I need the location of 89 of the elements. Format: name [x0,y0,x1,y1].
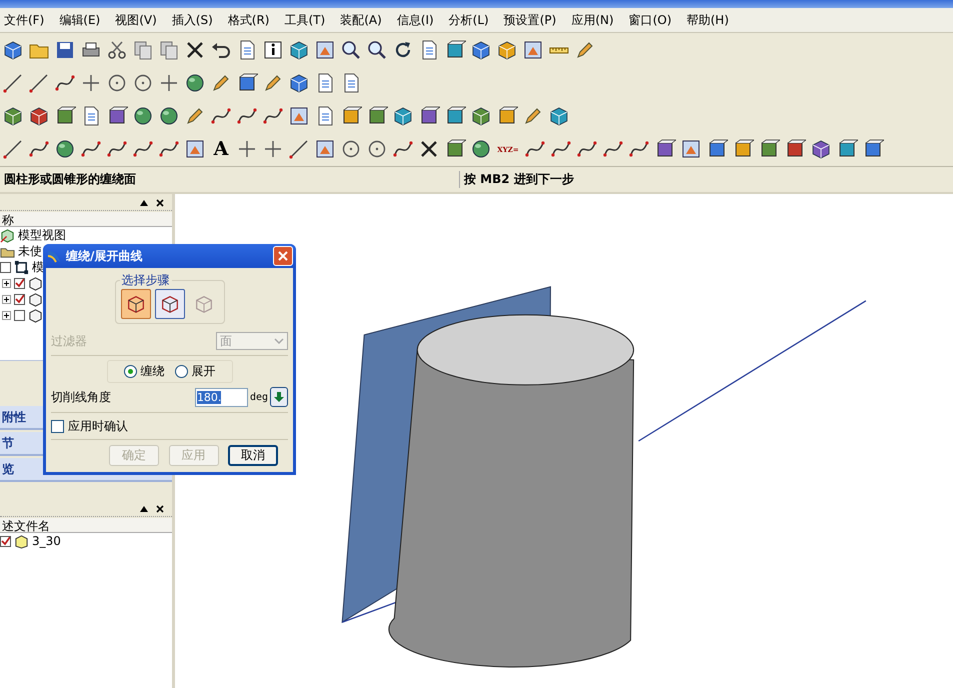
sphere-icon[interactable] [158,105,180,128]
line-icon[interactable] [288,138,310,160]
sphere-icon[interactable] [470,138,492,160]
copy-icon[interactable] [132,38,154,61]
down-arrow-button[interactable] [270,387,288,407]
menu-item[interactable]: 编辑(E) [59,12,100,28]
line-icon[interactable] [2,72,24,94]
checkbox[interactable] [14,278,25,288]
filter-label: 过滤器 [51,332,87,350]
app-icon [46,248,62,264]
close-button[interactable] [273,246,293,266]
angle-input[interactable]: 180. [194,388,248,406]
frame-icon[interactable] [522,38,544,61]
radio-option[interactable]: 缠绕 [124,363,164,380]
cube-icon[interactable] [810,138,832,160]
sphere-icon[interactable] [54,138,76,160]
magnifier-icon[interactable] [340,38,362,61]
frame-icon[interactable] [288,105,310,128]
menu-item[interactable]: 工具(T) [284,12,326,28]
sphere-icon[interactable] [132,105,154,128]
view-icon [0,228,15,242]
checkbox[interactable] [0,536,11,546]
frame-icon[interactable] [314,138,336,160]
line-icon[interactable] [2,138,24,160]
step-button[interactable] [154,289,184,319]
expand-toggle[interactable] [2,278,11,288]
cube-icon[interactable] [392,105,414,128]
line-icon[interactable] [28,72,50,94]
file-item[interactable]: 3_30 [32,534,61,548]
cube-icon[interactable] [548,105,570,128]
part-icon [28,308,43,322]
cube-icon[interactable] [2,38,24,61]
checkbox[interactable] [0,262,11,272]
menu-item[interactable]: 格式(R) [228,12,270,28]
radio-option[interactable]: 展开 [174,363,216,380]
cube-icon[interactable] [470,38,492,61]
close-icon[interactable] [156,505,164,513]
expand-toggle[interactable] [2,294,11,304]
cube-icon[interactable] [2,105,24,128]
menu-item[interactable]: 信息(I) [396,12,434,28]
text-tool[interactable]: A [210,138,232,160]
part-icon [28,276,43,290]
menu-item[interactable]: 预设置(P) [504,12,556,28]
close-icon[interactable] [156,199,164,207]
tree-item[interactable]: 模型视图 [18,226,66,244]
menu-item[interactable]: 分析(L) [448,12,489,28]
cube-icon[interactable] [288,38,310,61]
column-header[interactable]: 述文件名 [0,518,172,533]
checkbox[interactable] [14,294,25,304]
menu-item[interactable]: 应用(N) [571,12,614,28]
tree-item[interactable]: 未使 [18,242,42,260]
cube-icon[interactable] [288,72,310,94]
info-icon[interactable] [262,38,284,61]
cube-icon[interactable] [496,38,518,61]
sphere-icon[interactable] [184,72,206,94]
menu-item[interactable]: 窗口(O) [628,12,672,28]
tree-item[interactable]: 模 [32,258,44,276]
cube-icon[interactable] [470,105,492,128]
cube-icon[interactable] [28,105,50,128]
collapse-icon[interactable] [140,199,148,207]
menu-item[interactable]: 文件(F) [4,12,44,28]
scissors-icon[interactable] [106,38,128,61]
frame-icon[interactable] [184,138,206,160]
menu-item[interactable]: 装配(A) [340,12,382,28]
expand-toggle[interactable] [2,310,11,320]
group-label: 选择步骤 [120,272,170,289]
confirm-checkbox[interactable]: 应用时确认 [51,416,288,436]
angle-label: 切削线角度 [51,388,111,406]
collapse-icon[interactable] [140,505,148,513]
checkbox[interactable] [14,310,25,320]
frame-icon[interactable] [314,38,336,61]
unit-label: deg [250,392,268,402]
chevron-icon [274,338,284,344]
dialog-title: 缠绕/展开曲线 [66,248,144,264]
magnifier-icon[interactable] [366,38,388,61]
model-icon [14,260,29,274]
status-prompt: 圆柱形或圆锥形的缠绕面 [3,171,137,188]
menu-item[interactable]: 视图(V) [115,12,157,28]
frame-icon[interactable] [680,138,702,160]
menu-item[interactable]: 插入(S) [172,12,213,28]
arrow-icon [273,391,285,403]
copy-icon[interactable] [158,38,180,61]
step-button[interactable] [120,289,150,319]
status-hint: 按 MB2 进到下一步 [459,171,574,188]
close-icon [278,251,288,261]
column-header[interactable]: 称 [0,212,172,227]
menu-item[interactable]: 帮助(H) [686,12,729,28]
dialog-button[interactable]: 取消 [228,445,278,466]
part-icon [28,292,43,306]
